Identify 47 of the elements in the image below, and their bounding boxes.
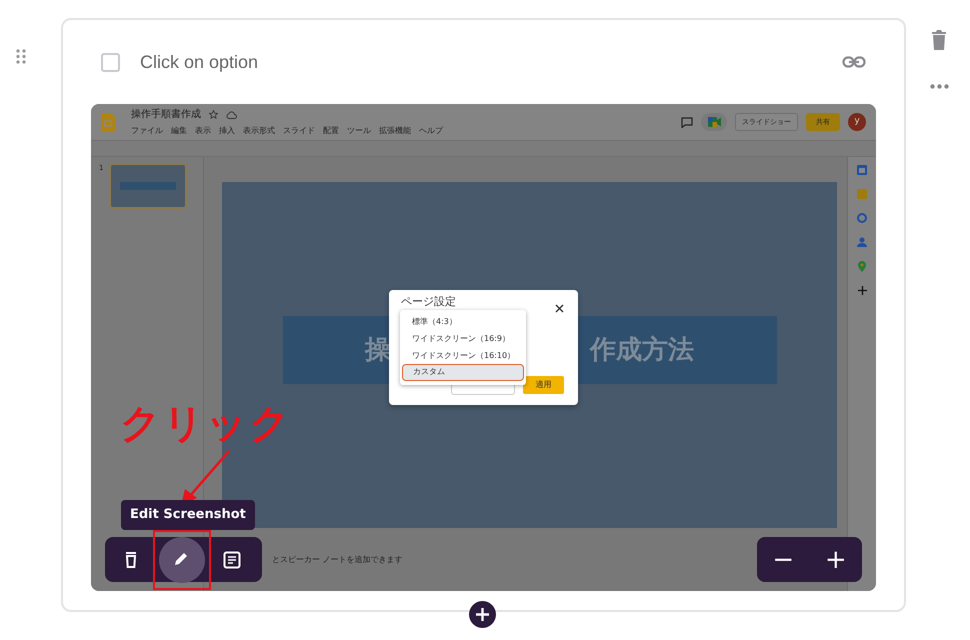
edit-button[interactable] [159,536,205,582]
more-icon[interactable] [930,84,949,89]
tasks-icon[interactable] [857,213,868,223]
annotation-text: クリック [120,400,292,449]
menu-option[interactable]: ワイドスクリーン（16:10） [402,347,524,364]
menu-item[interactable]: ツール [347,125,371,137]
menu-item[interactable]: 編集 [171,125,187,137]
link-icon[interactable] [842,56,866,68]
highlight-frame [153,530,211,590]
apply-button[interactable]: 適用 [523,376,564,394]
menu-item[interactable]: ヘルプ [419,125,443,137]
speaker-notes-text: とスピーカー ノートを追加できます [272,554,403,566]
star-icon[interactable] [209,110,218,119]
menu-item[interactable]: 表示形式 [243,125,275,137]
avatar[interactable]: y [848,113,866,131]
contacts-icon[interactable] [857,237,868,247]
menu-item[interactable]: 表示 [195,125,211,137]
comment-icon[interactable] [681,116,693,128]
menu-item[interactable]: 挿入 [219,125,235,137]
menu-option[interactable]: ワイドスクリーン（16:9） [402,330,524,347]
menu-item[interactable]: スライド [283,125,315,137]
menu-option[interactable]: 標準（4:3） [402,313,524,330]
add-icon [476,608,489,621]
document-title[interactable]: 操作手順書作成 [131,107,201,122]
delete-icon[interactable] [931,30,947,50]
notes-icon [223,550,241,568]
cloud-icon[interactable] [226,110,237,118]
add-button[interactable] [469,601,496,628]
menu-item[interactable]: ファイル [131,125,163,137]
dialog-title: ページ設定 [401,294,456,310]
menu-item[interactable]: 配置 [323,125,339,137]
slide-thumbnail[interactable] [109,163,188,209]
add-icon[interactable] [858,286,867,295]
slides-logo-icon [101,112,115,132]
slide-title: 操 [365,334,392,366]
option-label: Click on option [140,50,258,74]
calendar-icon[interactable] [857,165,868,175]
menu-item[interactable]: 拡張機能 [379,125,411,137]
meet-icon[interactable] [701,113,727,131]
slide-title: 作成方法 [590,334,694,366]
tooltip: Edit Screenshot [121,500,255,530]
close-icon[interactable] [555,304,564,313]
menu-option[interactable]: カスタム [402,364,524,381]
zoom-out-button[interactable]: − [766,546,800,572]
zoom-in-button[interactable]: + [818,546,853,572]
drag-handle-icon[interactable] [16,49,26,64]
checkbox[interactable] [101,52,120,72]
